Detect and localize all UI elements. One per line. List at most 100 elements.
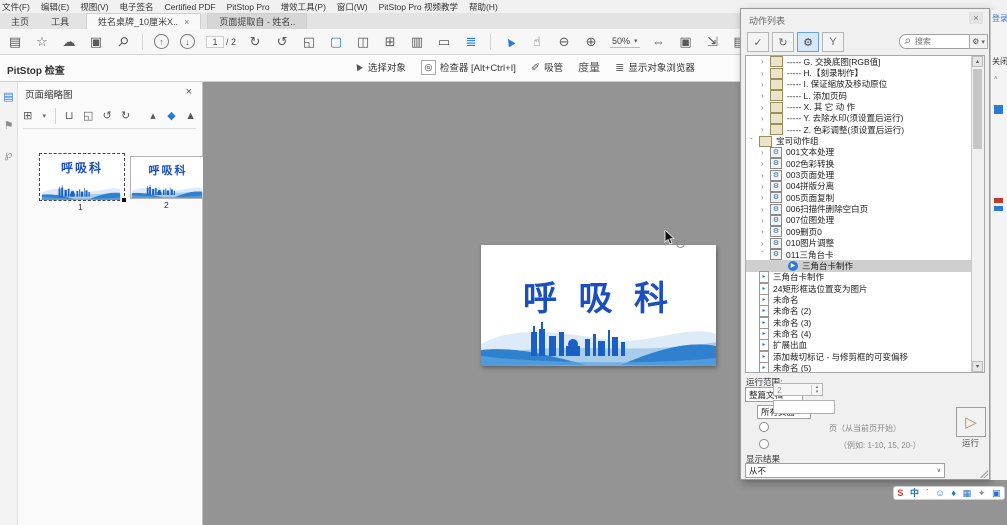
expand-icon[interactable]: ›	[761, 114, 770, 123]
menu-item[interactable]: PitStop Pro 视频教学	[379, 1, 458, 13]
tree-row[interactable]: ▶ 三角台卡制作	[746, 260, 984, 272]
current-page-input[interactable]: 1	[206, 35, 224, 48]
page-thumbnails-icon[interactable]: ▤	[3, 90, 13, 103]
expand-icon[interactable]: ›	[761, 159, 770, 168]
crop-pages-icon[interactable]: ◱	[301, 34, 317, 50]
page-range-radio[interactable]	[759, 439, 769, 449]
expand-icon[interactable]: ›	[761, 205, 770, 214]
close-icon[interactable]: ×	[969, 12, 983, 24]
tree-row[interactable]: › ----- L. 添加页码	[746, 90, 984, 102]
tree-row[interactable]: › ⚙ 006扫描件删除空白页	[746, 203, 984, 215]
search-box[interactable]: ⚲	[899, 34, 975, 49]
inspector-button[interactable]: ◎ 检查器 [Alt+Ctrl+I]	[420, 59, 516, 75]
scrollbar-thumb[interactable]	[973, 69, 982, 149]
resize-grip[interactable]	[980, 470, 988, 478]
tree-row[interactable]: › ⚙ 001文本处理	[746, 146, 984, 158]
menu-item[interactable]: 增效工具(P)	[281, 1, 326, 13]
tree-row[interactable]: › ----- X. 其 它 动 作	[746, 101, 984, 113]
tree-row[interactable]: ▸ 未命名 (2)	[746, 305, 984, 318]
tree-row[interactable]: ▸ 24矩形框选位置变为图片	[746, 282, 984, 295]
document-tab-active[interactable]: 姓名桌牌_10厘米X.. ×	[86, 13, 202, 29]
toolbox-icon[interactable]: ✦	[978, 487, 986, 499]
facing-pages-icon[interactable]: ▥	[409, 34, 425, 50]
tree-row[interactable]: ▸ 扩展出血	[746, 339, 984, 352]
tree-row[interactable]: ▸ 未命名	[746, 293, 984, 306]
larger-thumbnails-icon[interactable]: ▲	[185, 108, 196, 124]
search-icon[interactable]: ⚲	[112, 30, 135, 53]
previous-page-icon[interactable]: ↑	[154, 34, 169, 49]
crop-page-icon[interactable]: ◱	[83, 108, 93, 124]
rotate-right-icon[interactable]: ↻	[121, 108, 130, 124]
rotate-left-icon[interactable]: ↺	[274, 34, 290, 50]
run-button[interactable]: ▷	[956, 407, 986, 437]
expand-icon[interactable]: ›	[761, 69, 770, 78]
filter-funnel-button[interactable]: Y	[822, 32, 844, 52]
expand-icon[interactable]: ›	[761, 80, 770, 89]
expand-icon[interactable]: ›	[761, 91, 770, 100]
menu-item[interactable]: PitStop Pro	[227, 2, 270, 12]
menu-item[interactable]: 视图(V)	[80, 1, 108, 13]
punctuation-icon[interactable]: ˊ	[926, 487, 929, 499]
tree-row[interactable]: › ----- H.【刻录制作】	[746, 67, 984, 79]
voice-input-icon[interactable]: ♦	[951, 487, 956, 499]
expand-icon[interactable]: ›	[761, 57, 770, 66]
collapse-icon[interactable]: ˇ	[750, 137, 759, 146]
tree-row[interactable]: › ⚙ 004拼版分离	[746, 180, 984, 192]
tab-close-icon[interactable]: ×	[184, 17, 189, 27]
caret-down-icon[interactable]: ▾	[42, 112, 46, 120]
attachments-icon[interactable]: ℘	[5, 148, 13, 161]
fullscreen-icon[interactable]: ▭	[436, 34, 452, 50]
show-results-dropdown[interactable]: 从不 ∨	[745, 463, 945, 478]
expand-icon[interactable]: ›	[761, 182, 770, 191]
tree-row[interactable]: › ⚙ 005页面复制	[746, 192, 984, 204]
reading-mode-icon[interactable]: ≣	[463, 34, 479, 50]
page-count-stepper[interactable]: 2 ▴ ▾	[773, 383, 823, 396]
tree-row[interactable]: › ⚙ 003页面处理	[746, 169, 984, 181]
page-thumbnail-1[interactable]: 呼吸科	[39, 153, 126, 202]
tree-row[interactable]: › ----- Y. 去除水印(须设置后运行)	[746, 112, 984, 124]
emoji-icon[interactable]: ☺	[935, 487, 944, 499]
scroll-down-icon[interactable]: ▾	[972, 361, 983, 372]
expand-icon[interactable]: ›	[761, 125, 770, 134]
login-button[interactable]: 登录	[992, 13, 1007, 24]
hand-tool-icon[interactable]: ☝	[529, 34, 545, 50]
thumbnail-options-icon[interactable]: ⊞	[23, 108, 32, 124]
menu-item[interactable]: 窗口(W)	[337, 1, 368, 13]
tree-row[interactable]: › ⚙ 009删页0	[746, 226, 984, 238]
tree-row[interactable]: ▸ 未命名 (4)	[746, 327, 984, 340]
thumbnail-size-marker-icon[interactable]: ◆	[167, 108, 176, 124]
select-tool-icon[interactable]: ▲	[499, 30, 521, 52]
tree-row[interactable]: › ⚙ 007位图处理	[746, 214, 984, 226]
zoom-level-dropdown[interactable]: 50% ▾	[610, 35, 640, 48]
expand-icon[interactable]: ›	[761, 103, 770, 112]
page-range-input[interactable]	[773, 400, 835, 414]
tree-row[interactable]: › ⚙ 002色彩转换	[746, 158, 984, 170]
fit-width-icon[interactable]: ⇔	[651, 34, 667, 50]
sogou-logo-icon[interactable]: S	[897, 487, 903, 499]
cloud-upload-icon[interactable]: ☁	[61, 34, 77, 50]
object-browser-button[interactable]: ≣ 显示对象浏览器	[615, 60, 695, 75]
expand-icon[interactable]: ›	[761, 171, 770, 180]
expand-icon[interactable]: ›	[761, 239, 770, 248]
tree-row[interactable]: › ----- G. 交换底图[RGB值]	[746, 56, 984, 68]
tree-row[interactable]: ▸ 未命名 (5)	[746, 361, 984, 372]
rotate-right-icon[interactable]: ↻	[247, 34, 263, 50]
select-object-button[interactable]: ▲ 选择对象	[351, 59, 406, 75]
tab-tools[interactable]: 工具	[40, 13, 80, 29]
page-indicator[interactable]: 1/ 2	[206, 35, 236, 48]
tree-row[interactable]: ▸ 三角台卡制作	[746, 271, 984, 284]
delete-page-icon[interactable]: ⊔	[65, 108, 74, 124]
close-icon[interactable]: ×	[186, 86, 192, 98]
options-gear-menu-button[interactable]: ⚙ ▾	[969, 34, 988, 49]
print-icon[interactable]: ▣	[88, 34, 104, 50]
menu-item[interactable]: 文件(F)	[2, 1, 30, 13]
rotate-left-icon[interactable]: ↺	[102, 108, 112, 124]
search-input[interactable]	[912, 36, 961, 47]
bookmarks-icon[interactable]: ⚑	[4, 119, 14, 132]
insert-page-icon[interactable]: ▢	[328, 34, 344, 50]
save-icon[interactable]: ▤	[7, 34, 23, 50]
apply-check-button[interactable]: ✓	[747, 32, 769, 52]
scroll-up-icon[interactable]: ▴	[972, 56, 983, 67]
tree-row[interactable]: ˇ ⚙ 011三角台卡	[746, 249, 984, 261]
measure-button[interactable]: 度量	[578, 59, 600, 75]
